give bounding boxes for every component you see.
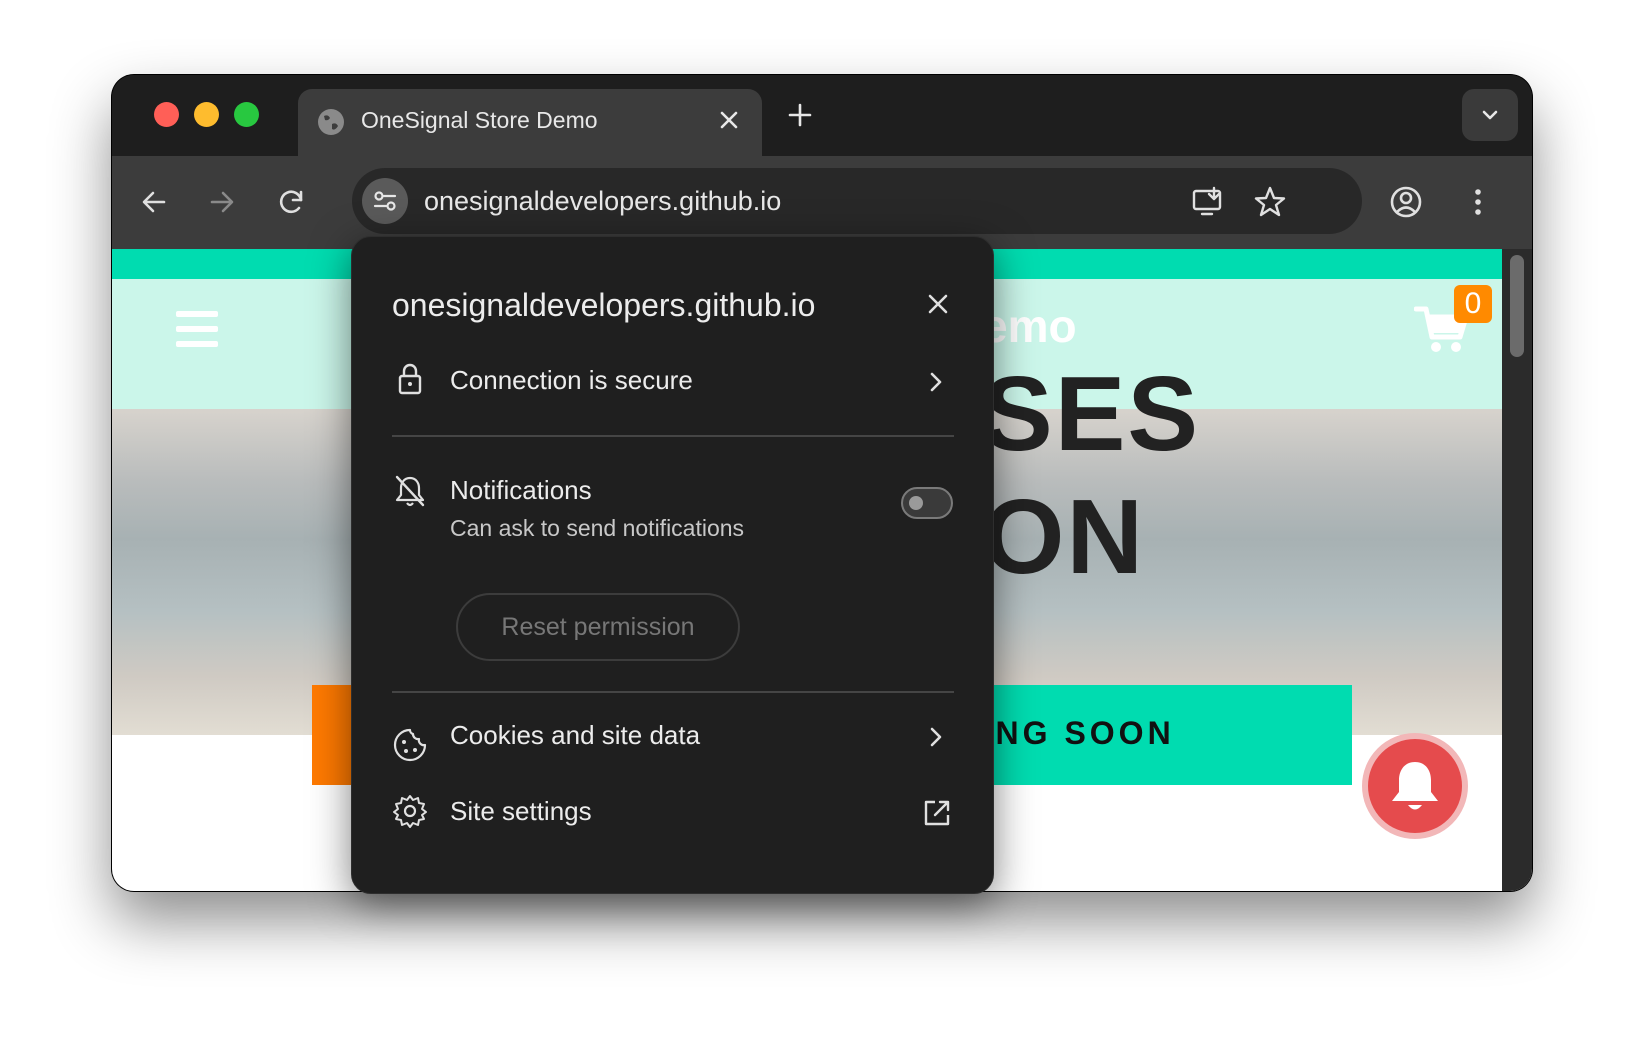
popup-title: onesignaldevelopers.github.io — [392, 287, 816, 323]
plus-icon[interactable] — [782, 97, 818, 133]
site-info-icon — [373, 191, 397, 211]
notifications-status: Can ask to send notifications — [450, 515, 745, 541]
back-icon[interactable] — [134, 182, 174, 222]
site-info-popup: onesignaldevelopers.github.io Connection… — [351, 236, 994, 894]
bell-icon — [1392, 762, 1438, 810]
reset-permission-button[interactable]: Reset permission — [456, 593, 740, 661]
chevron-down-icon — [1482, 110, 1498, 120]
site-info-button[interactable] — [362, 178, 408, 224]
menu-icon[interactable] — [176, 311, 218, 347]
close-icon[interactable] — [714, 105, 744, 135]
tab-search-button[interactable] — [1462, 89, 1518, 141]
close-icon[interactable] — [923, 289, 953, 319]
cart-count-badge: 0 — [1454, 285, 1492, 323]
install-icon[interactable] — [1190, 184, 1226, 220]
profile-icon[interactable] — [1386, 182, 1426, 222]
connection-secure-row[interactable]: Connection is secure — [450, 365, 693, 396]
address-bar[interactable]: onesignaldevelopers.github.io — [352, 168, 1362, 234]
more-icon[interactable] — [1458, 182, 1498, 222]
hero-heading-line2: ON — [982, 478, 1145, 596]
minimize-window-button[interactable] — [194, 102, 219, 127]
site-brand[interactable]: emo — [982, 299, 1077, 353]
close-window-button[interactable] — [154, 102, 179, 127]
divider — [392, 691, 954, 693]
globe-icon — [318, 109, 344, 135]
cookies-row[interactable]: Cookies and site data — [450, 720, 700, 751]
chevron-right-icon[interactable] — [923, 369, 949, 395]
coming-soon-button[interactable]: MING SOON — [932, 685, 1352, 785]
star-icon[interactable] — [1252, 184, 1288, 220]
lock-icon — [398, 363, 422, 395]
notifications-label: Notifications — [450, 475, 592, 505]
scrollbar-thumb[interactable] — [1510, 255, 1524, 357]
external-link-icon[interactable] — [921, 797, 953, 829]
notifications-toggle[interactable] — [901, 487, 953, 519]
gear-icon — [393, 795, 427, 828]
site-settings-row[interactable]: Site settings — [450, 796, 592, 827]
cookie-icon — [393, 728, 427, 762]
maximize-window-button[interactable] — [234, 102, 259, 127]
forward-icon[interactable] — [202, 182, 242, 222]
reset-permission-label: Reset permission — [501, 613, 695, 641]
chevron-right-icon[interactable] — [923, 724, 949, 750]
notification-bell-button[interactable] — [1368, 739, 1462, 833]
bell-off-icon — [395, 475, 425, 507]
active-tab[interactable]: OneSignal Store Demo — [298, 89, 762, 156]
scrollbar[interactable] — [1502, 249, 1532, 891]
divider — [392, 435, 954, 437]
toggle-knob — [909, 496, 923, 510]
tab-strip: OneSignal Store Demo — [112, 75, 1532, 156]
tab-title: OneSignal Store Demo — [361, 107, 598, 133]
hero-heading-line1: SES — [982, 355, 1201, 473]
url-text[interactable]: onesignaldevelopers.github.io — [424, 186, 781, 217]
reload-icon[interactable] — [272, 182, 312, 222]
